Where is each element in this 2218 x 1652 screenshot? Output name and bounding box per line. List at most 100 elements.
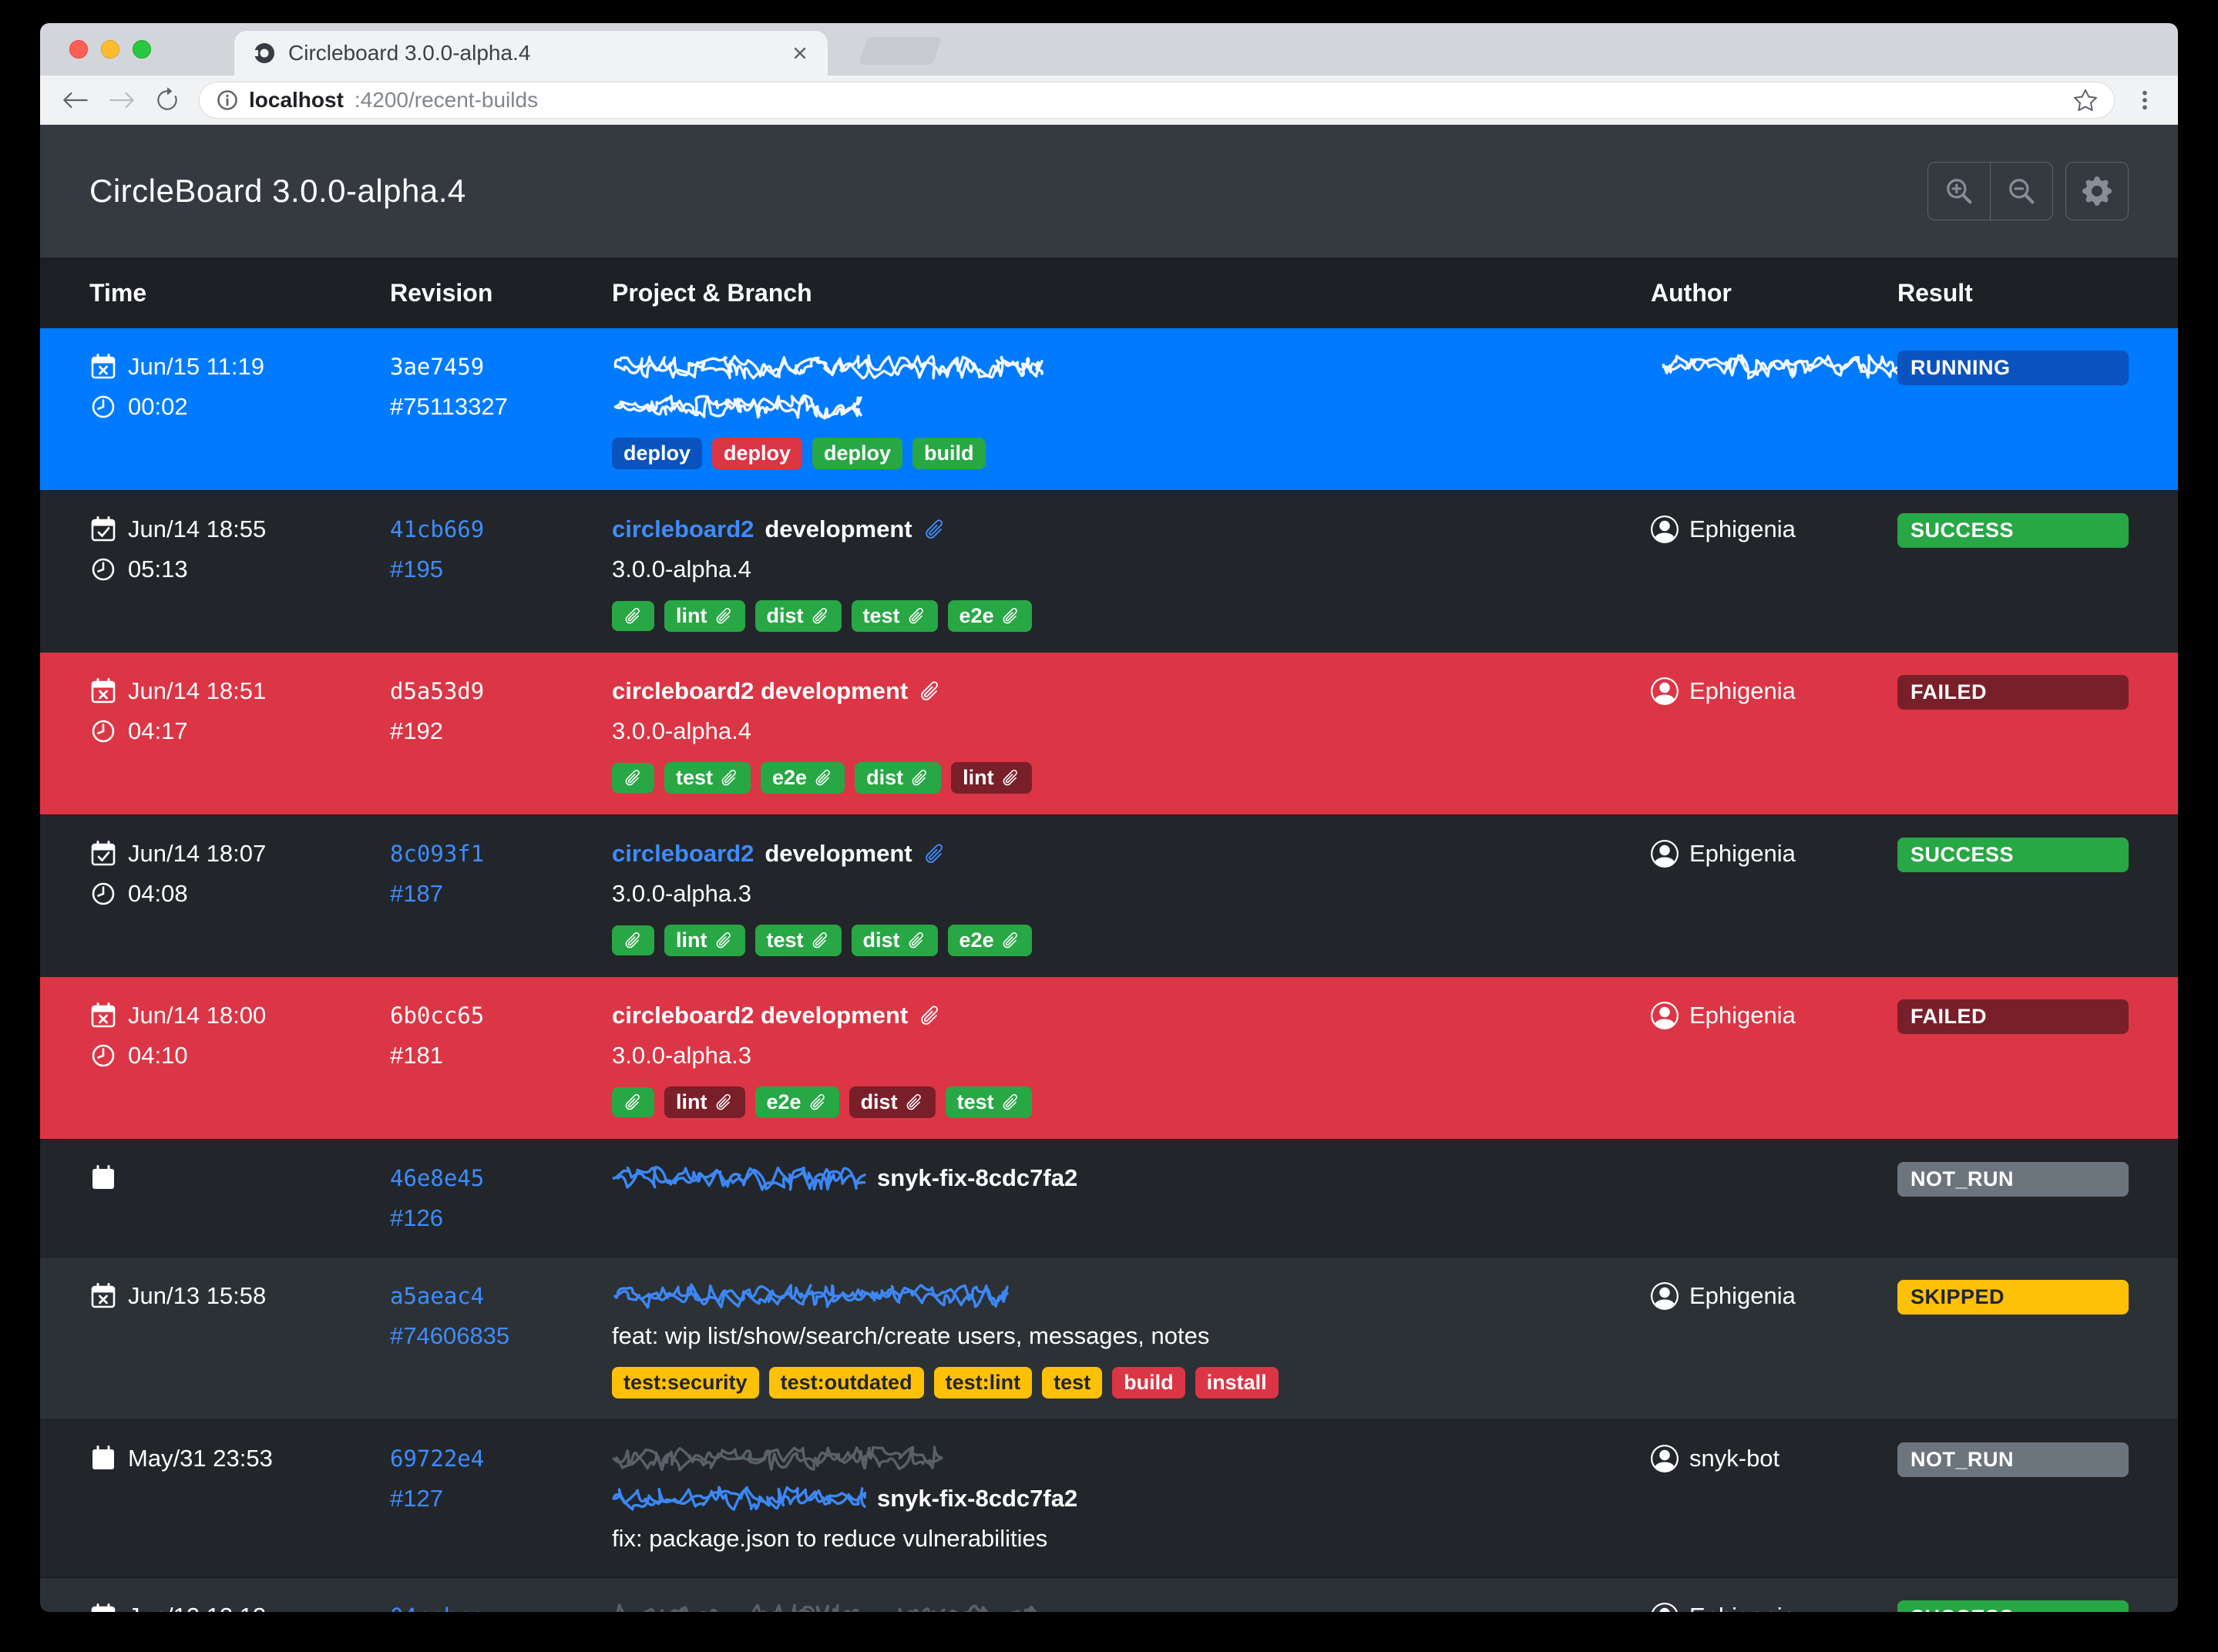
author-cell: Ephigenia	[1651, 509, 1897, 549]
bookmark-star-icon[interactable]	[2074, 89, 2097, 112]
build-number-link[interactable]: #187	[390, 880, 443, 908]
redacted-text	[612, 1597, 1043, 1612]
artifact-badge[interactable]: test:security	[612, 1367, 759, 1398]
project-cell: deploy deploy deploy build	[612, 347, 1651, 472]
commit-hash-link[interactable]: 69722e4	[390, 1446, 484, 1472]
project-line: circleboard2 development	[612, 509, 1651, 549]
time-date-text: Jun/14 18:55	[128, 515, 266, 543]
redacted-project-link[interactable]	[612, 1479, 866, 1519]
column-header-project-branch: Project & Branch	[612, 279, 1651, 307]
project-link[interactable]: circleboard2	[612, 840, 754, 868]
paperclip-icon	[1001, 768, 1020, 787]
artifact-badge[interactable]: deploy	[812, 438, 902, 469]
artifact-badge[interactable]: lint	[951, 762, 1032, 794]
result-cell: FAILED	[1897, 671, 2129, 710]
new-tab-button[interactable]	[859, 37, 942, 65]
author-cell: Ephigenia	[1651, 834, 1897, 874]
build-number-link[interactable]: #74606835	[390, 1322, 509, 1350]
artifact-badge[interactable]: e2e	[948, 925, 1032, 956]
artifact-badge[interactable]: build	[1112, 1367, 1185, 1398]
clock-icon	[89, 880, 117, 908]
artifact-badge[interactable]	[612, 925, 654, 955]
circleboard-app: CircleBoard 3.0.0-alpha.4	[40, 125, 2178, 1612]
time-duration: 00:02	[89, 387, 390, 427]
build-number-link[interactable]: #126	[390, 1204, 443, 1232]
artifact-badge[interactable]: deploy	[612, 438, 702, 469]
artifact-badge[interactable]	[612, 601, 654, 631]
artifact-badge[interactable]: install	[1195, 1367, 1279, 1398]
artifact-badge[interactable]: lint	[664, 600, 745, 632]
artifact-badge-label: build	[1124, 1372, 1173, 1393]
branch-name: development	[765, 515, 912, 543]
paperclip-icon	[1001, 1093, 1020, 1112]
author-name: Ephigenia	[1689, 1282, 1796, 1310]
artifact-badge-label: e2e	[772, 767, 807, 788]
commit-subject: fix: package.json to reduce vulnerabilit…	[612, 1525, 1047, 1553]
back-icon[interactable]	[62, 86, 89, 114]
artifact-badge[interactable]	[612, 1087, 654, 1117]
artifact-badge[interactable]: test	[852, 600, 938, 632]
artifact-badge[interactable]: lint	[664, 1086, 745, 1118]
paperclip-icon	[919, 680, 942, 703]
artifact-badge[interactable]: dist	[849, 1086, 936, 1118]
artifact-badge[interactable]: lint	[664, 925, 745, 956]
window-controls	[69, 40, 151, 59]
zoom-in-icon	[1944, 176, 1974, 206]
url-bar[interactable]: localhost:4200/recent-builds	[199, 82, 2115, 119]
commit-hash-link[interactable]: 46e8e45	[390, 1165, 484, 1191]
author-line	[1651, 347, 1897, 387]
redacted-project-link[interactable]	[612, 1276, 1009, 1316]
calendar-icon	[89, 1164, 117, 1192]
artifact-badge[interactable]: e2e	[948, 600, 1032, 632]
commit-hash-link[interactable]: 41cb669	[390, 516, 484, 542]
artifact-badge[interactable]: dist	[855, 762, 941, 794]
scribble-graphic	[612, 1603, 1043, 1612]
result-cell: NOT_RUN	[1897, 1439, 2129, 1477]
browser-menu-icon[interactable]	[2133, 89, 2156, 112]
minimize-window-button[interactable]	[101, 40, 119, 59]
project-line: 3.0.0-alpha.3	[612, 1036, 1651, 1076]
close-window-button[interactable]	[69, 40, 88, 59]
artifact-badge[interactable]: build	[912, 438, 985, 469]
build-number-link[interactable]: #127	[390, 1485, 443, 1513]
artifact-badge[interactable]	[612, 763, 654, 793]
commit-hash-link[interactable]: a5aeac4	[390, 1283, 484, 1309]
artifact-badge[interactable]: deploy	[712, 438, 802, 469]
close-tab-icon[interactable]	[791, 44, 809, 62]
result-status-badge: FAILED	[1897, 675, 2129, 710]
commit-hash-link[interactable]: 04ccbce	[390, 1603, 484, 1612]
time-date: Jun/14 18:51	[89, 671, 390, 711]
artifact-badge[interactable]: dist	[852, 925, 938, 956]
redacted-project-link[interactable]	[612, 347, 1043, 387]
artifact-badge[interactable]: test	[1042, 1367, 1102, 1398]
artifact-badge[interactable]: test	[755, 925, 842, 956]
zoom-out-button[interactable]	[1990, 162, 2053, 220]
zoom-in-button[interactable]	[1927, 162, 1991, 220]
fullscreen-window-button[interactable]	[133, 40, 151, 59]
browser-tab[interactable]: Circleboard 3.0.0-alpha.4	[234, 31, 828, 76]
artifact-badge[interactable]: dist	[755, 600, 842, 632]
revision-cell: 6b0cc65#181	[390, 996, 612, 1076]
project-link[interactable]: circleboard2	[612, 515, 754, 543]
settings-button[interactable]	[2065, 162, 2129, 220]
author-cell: snyk-bot	[1651, 1439, 1897, 1479]
forward-icon[interactable]	[108, 86, 136, 114]
paperclip-icon	[623, 768, 643, 787]
artifact-badge[interactable]: e2e	[761, 762, 845, 794]
info-icon[interactable]	[217, 89, 238, 111]
artifact-badge[interactable]: test	[664, 762, 751, 794]
artifact-badge[interactable]: test	[946, 1086, 1032, 1118]
reload-icon[interactable]	[154, 87, 180, 113]
commit-hash-link[interactable]: 8c093f1	[390, 841, 484, 867]
time-cell: May/31 23:53	[89, 1439, 390, 1479]
artifact-badge[interactable]: test:lint	[934, 1367, 1033, 1398]
author-name: Ephigenia	[1689, 1603, 1796, 1612]
time-date: Jun/14 18:00	[89, 996, 390, 1036]
project-cell: circleboard2 development 3.0.0-alpha.3 l…	[612, 996, 1651, 1120]
artifact-badge[interactable]: test:outdated	[769, 1367, 924, 1398]
build-number-link[interactable]: #195	[390, 556, 443, 583]
redacted-project-link[interactable]	[612, 1158, 866, 1198]
time-date-text: Jun/12 12:13	[128, 1603, 266, 1612]
table-body: Jun/15 11:19 00:023ae7459#75113327deploy…	[40, 328, 2178, 1612]
artifact-badge[interactable]: e2e	[755, 1086, 839, 1118]
